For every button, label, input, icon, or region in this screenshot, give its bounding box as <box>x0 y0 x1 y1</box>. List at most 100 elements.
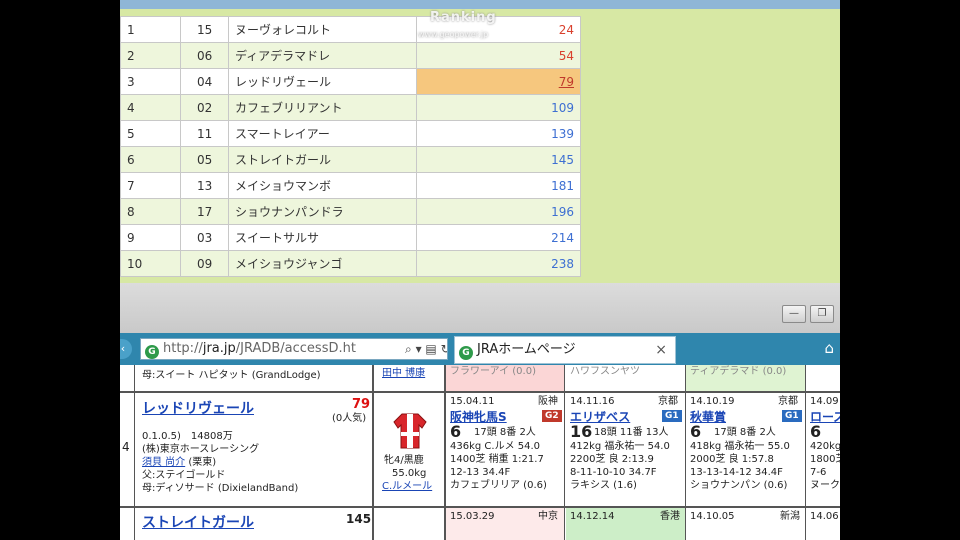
race-field: 17頭 8番 2人 <box>714 427 776 438</box>
horse-name-cell: スマートレイアー <box>228 120 417 147</box>
score-cell: 196 <box>416 198 581 225</box>
address-path: /JRADB/accessD.ht <box>235 341 356 356</box>
race-detail: 7-6 <box>810 467 827 478</box>
score-cell: 214 <box>416 224 581 251</box>
race-detail: 2200芝 良 2:13.9 <box>570 454 654 465</box>
race-date: 14.11.16 <box>570 396 615 407</box>
home-icon[interactable]: ⌂ <box>824 339 834 357</box>
rank-cell: 9 <box>120 224 181 251</box>
next-race-venue: 香港 <box>660 511 680 522</box>
finish-position: 6 <box>690 422 702 441</box>
race-winner: ショウナンパン (0.6) <box>690 480 788 491</box>
address-prefix: http:// <box>163 341 203 356</box>
horse-name-cell: ヌーヴォレコルト <box>228 16 417 43</box>
search-icon[interactable]: ⌕ <box>405 342 412 356</box>
screen: 1 15 ヌーヴォレコルト 24 2 06 ディアデラマドレ 54 3 04 レッドリヴェール 79 4… <box>120 0 840 540</box>
horse-number-cell: 05 <box>180 146 229 173</box>
prev-race-winner: ハワフスンヤツ <box>570 366 640 377</box>
horse-name-link[interactable]: レッドリヴェール <box>142 402 254 416</box>
horse-name-cell: メイショウジャンゴ <box>228 250 417 277</box>
grid-line <box>805 365 806 540</box>
finish-position: 6 <box>450 422 462 441</box>
rank-cell: 5 <box>120 120 181 147</box>
horse-number-cell: 02 <box>180 94 229 121</box>
address-bar[interactable]: Ghttp://jra.jp/JRADB/accessD.ht ⌕ ▾ ▤ ↻ <box>140 338 448 360</box>
win-odds: 79 <box>352 397 371 412</box>
rank-cell: 1 <box>120 16 181 43</box>
sex-age: 牝4/黒鹿 <box>384 455 424 466</box>
horse-number-cell: 11 <box>180 120 229 147</box>
rank-cell: 10 <box>120 250 181 277</box>
prev-jockey-link[interactable]: 田中 博康 <box>382 368 425 380</box>
grid-line <box>134 365 135 540</box>
race-detail: 420kg <box>810 441 840 452</box>
browser-tab[interactable]: G JRAホームページ × <box>454 336 676 364</box>
jockey-silks-icon <box>393 413 427 449</box>
next-race-date: 15.03.29 <box>450 511 495 522</box>
refresh-icon[interactable]: ↻ <box>441 342 447 356</box>
maximize-button[interactable]: ❐ <box>810 305 834 323</box>
tab-favicon-icon: G <box>459 346 473 360</box>
horse-number-cell: 15 <box>180 16 229 43</box>
table-row[interactable]: 5 11 スマートレイアー 139 <box>120 120 581 147</box>
table-row[interactable]: 8 17 ショウナンパンドラ 196 <box>120 198 581 225</box>
race-detail: 436kg C.ルメ 54.0 <box>450 441 541 452</box>
post-number: 4 <box>122 440 130 454</box>
race-detail: 2000芝 良 1:57.8 <box>690 454 774 465</box>
horse-name-cell: ショウナンパンドラ <box>228 198 417 225</box>
address-host: jra.jp <box>202 341 236 356</box>
horse-name-cell: ディアデラマドレ <box>228 42 417 69</box>
race-grade-badge: G1 <box>782 410 802 422</box>
sire: 父:ステイゴールド <box>142 470 226 481</box>
race-field: 18頭 11番 13人 <box>594 427 669 438</box>
carried-weight: 55.0kg <box>392 468 427 479</box>
rank-cell: 4 <box>120 94 181 121</box>
next-race-venue: 中京 <box>538 511 558 522</box>
horse-name-cell: スイートサルサ <box>228 224 417 251</box>
race-venue: 阪神 <box>538 396 558 407</box>
next-race-date: 14.06 <box>810 511 839 522</box>
score-cell: 109 <box>416 94 581 121</box>
score-cell: 139 <box>416 120 581 147</box>
trainer-link[interactable]: 須貝 尚介 <box>142 457 185 468</box>
race-date: 14.10.19 <box>690 396 735 407</box>
prev-race-winner: ティアデラマド (0.0) <box>690 366 787 377</box>
rank-cell: 3 <box>120 68 181 95</box>
horse-name-cell: レッドリヴェール <box>228 68 417 95</box>
horse-number-cell: 09 <box>180 250 229 277</box>
table-row[interactable]: 2 06 ディアデラマドレ 54 <box>120 42 581 69</box>
address-tools: ⌕ ▾ ▤ ↻ <box>405 339 447 359</box>
table-row[interactable]: 3 04 レッドリヴェール 79 <box>120 68 581 95</box>
horse-name-cell: メイショウマンボ <box>228 172 417 199</box>
race-detail: 12-13 34.4F <box>450 467 511 478</box>
dropdown-chevron-icon[interactable]: ▾ <box>416 342 422 356</box>
owner: (株)東京ホースレーシング <box>142 444 260 455</box>
grid-line <box>564 365 565 540</box>
tab-close-icon[interactable]: × <box>655 337 667 363</box>
race-grade-badge: G1 <box>662 410 682 422</box>
table-row[interactable]: 6 05 ストレイトガール 145 <box>120 146 581 173</box>
horse-number-cell: 13 <box>180 172 229 199</box>
career-record: 0.1.0.5) 14808万 <box>142 431 233 442</box>
ranking-table: 1 15 ヌーヴォレコルト 24 2 06 ディアデラマドレ 54 3 04 レッドリヴェール 79 4… <box>120 16 581 277</box>
horse-number-cell: 06 <box>180 42 229 69</box>
table-row[interactable]: 4 02 カフェブリリアント 109 <box>120 94 581 121</box>
table-row[interactable]: 7 13 メイショウマンボ 181 <box>120 172 581 199</box>
grid-line <box>120 391 840 393</box>
minimize-button[interactable]: — <box>782 305 806 323</box>
watermark-url: www.geopower.jp <box>418 30 489 39</box>
jra-entry-table: 母:スイート ハピタット (GrandLodge) 田中 博康 フラワーアイ (… <box>120 365 840 540</box>
race-venue: 京都 <box>778 396 798 407</box>
browser-window: — ❐ ‹ Ghttp://jra.jp/JRADB/accessD.ht ⌕ … <box>120 283 840 540</box>
race-winner: ラキシス (1.6) <box>570 480 637 491</box>
table-row[interactable]: 1 15 ヌーヴォレコルト 24 <box>120 16 581 43</box>
compat-view-icon[interactable]: ▤ <box>425 342 436 356</box>
back-button[interactable]: ‹ <box>120 339 132 359</box>
race-venue: 京都 <box>658 396 678 407</box>
next-horse-name-link[interactable]: ストレイトガール <box>142 516 254 530</box>
jockey-link[interactable]: C.ルメール <box>382 481 432 493</box>
table-row[interactable]: 10 09 メイショウジャンゴ 238 <box>120 250 581 277</box>
race-winner: ヌーク <box>810 480 840 491</box>
race-detail: 1400芝 稍重 1:21.7 <box>450 454 544 465</box>
table-row[interactable]: 9 03 スイートサルサ 214 <box>120 224 581 251</box>
